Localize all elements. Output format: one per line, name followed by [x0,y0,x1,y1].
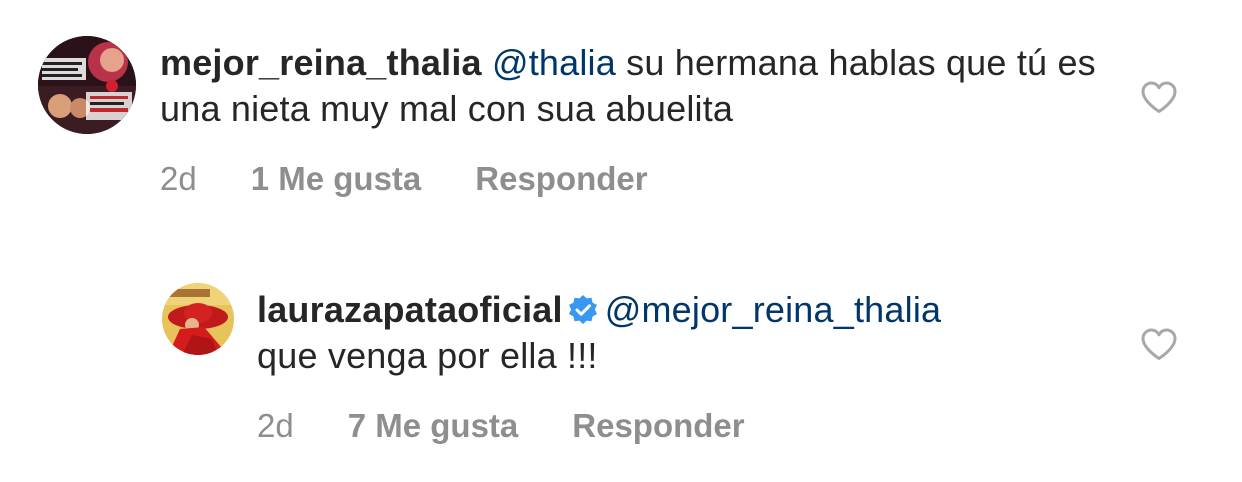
reply-button[interactable]: Responder [475,160,647,198]
comment-reply: laurazapataoficial @mejor_reina_thalia que… [162,283,1198,453]
heart-outline-icon[interactable] [1140,327,1178,361]
comment-likes-count[interactable]: 1 Me gusta [251,160,422,198]
avatar-image [162,283,234,355]
heart-outline-icon[interactable] [1140,80,1178,114]
comment-body: mejor_reina_thalia @thalia su hermana ha… [160,40,1100,132]
comment-username[interactable]: laurazapataoficial [257,289,563,330]
comment-timestamp[interactable]: 2d [160,160,197,198]
comment-body: laurazapataoficial @mejor_reina_thalia que… [257,287,1117,379]
verified-badge-icon [567,294,599,326]
comment-mention[interactable]: @thalia [492,42,616,83]
avatar-image [38,36,136,134]
avatar[interactable] [38,36,136,134]
comment-username[interactable]: mejor_reina_thalia [160,42,482,83]
avatar[interactable] [162,283,234,355]
comment-likes-count[interactable]: 7 Me gusta [348,407,519,445]
comment: mejor_reina_thalia @thalia su hermana ha… [38,36,1198,206]
comment-meta: 2d 1 Me gusta Responder [160,160,648,198]
comment-text: que venga por ella !!! [257,335,598,376]
comment-mention[interactable]: @mejor_reina_thalia [605,289,942,330]
comment-timestamp[interactable]: 2d [257,407,294,445]
comment-meta: 2d 7 Me gusta Responder [257,407,745,445]
reply-button[interactable]: Responder [572,407,744,445]
